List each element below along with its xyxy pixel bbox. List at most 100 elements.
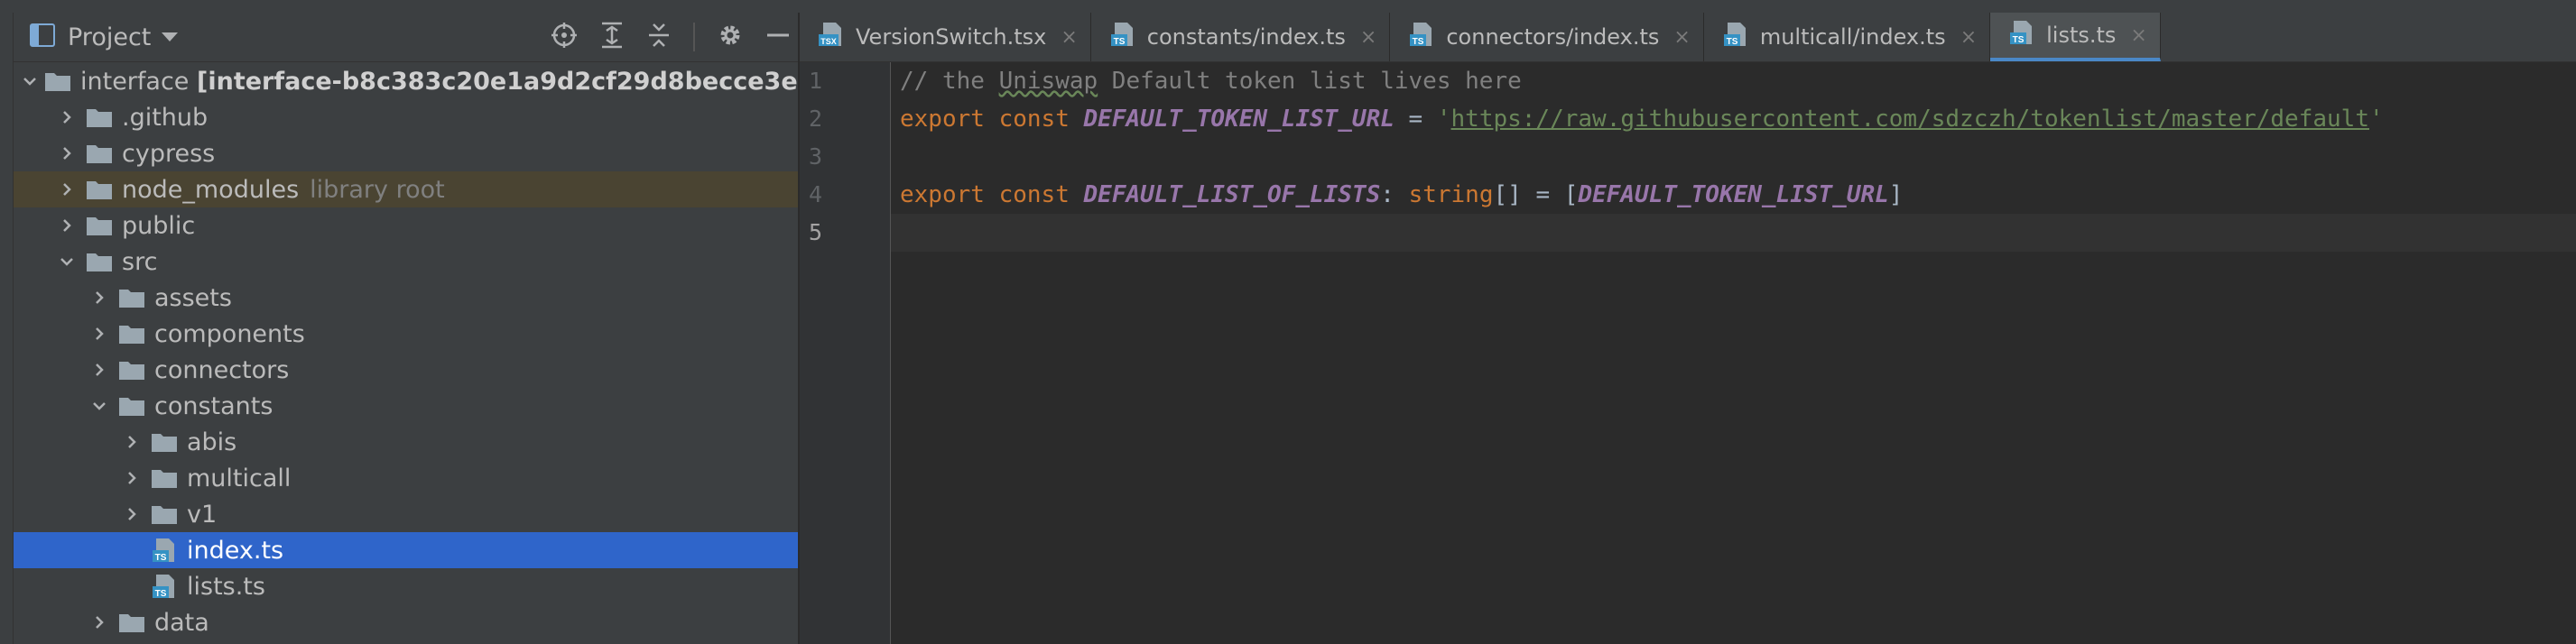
close-icon[interactable]: × xyxy=(2130,24,2146,47)
tree-item-v1[interactable]: v1 xyxy=(14,496,798,532)
folder-icon xyxy=(86,179,113,200)
tab-constants-index-ts[interactable]: TS constants/index.ts × xyxy=(1091,13,1391,61)
typescript-file-icon: TS xyxy=(1109,21,1136,53)
tree-label: assets xyxy=(154,283,232,312)
tree-item-github[interactable]: .github xyxy=(14,99,798,135)
tab-connectors-index-ts[interactable]: TS connectors/index.ts × xyxy=(1390,13,1704,61)
folder-icon xyxy=(151,467,178,489)
chevron-down-icon[interactable] xyxy=(21,68,39,95)
tree-item-interface[interactable]: interface [interface-b8c383c20e1a9d2cf29… xyxy=(14,63,798,99)
project-panel-header: Project xyxy=(14,13,798,62)
line-number: 5 xyxy=(809,219,823,245)
project-panel: Project interface [interface-b8c383c20e1… xyxy=(14,13,800,644)
tab-versionswitch-tsx[interactable]: TSX VersionSwitch.tsx × xyxy=(800,13,1091,61)
tree-item-multicall[interactable]: multicall xyxy=(14,460,798,496)
left-tool-gutter xyxy=(0,13,14,644)
tree-item-index-ts[interactable]: TS index.ts xyxy=(14,532,798,568)
chevron-right-icon[interactable] xyxy=(118,465,145,492)
tab-label: multicall/index.ts xyxy=(1759,24,1946,50)
project-panel-icon xyxy=(30,23,55,51)
tree-label: .github xyxy=(122,103,208,132)
chevron-right-icon[interactable] xyxy=(86,609,113,636)
tree-item-src[interactable]: src xyxy=(14,244,798,280)
code-line-5[interactable] xyxy=(891,214,2576,252)
operator: = xyxy=(1394,106,1437,133)
tree-item-assets[interactable]: assets xyxy=(14,280,798,316)
close-icon[interactable]: × xyxy=(1061,26,1077,49)
tab-lists-ts[interactable]: TS lists.ts × xyxy=(1990,13,2161,61)
svg-text:TS: TS xyxy=(155,589,167,599)
tree-label: components xyxy=(154,319,305,348)
chevron-right-icon[interactable] xyxy=(53,176,80,203)
minimize-icon[interactable] xyxy=(765,22,791,52)
chevron-right-icon[interactable] xyxy=(118,428,145,455)
line-number-gutter: 1 2 3 4 5 xyxy=(800,62,891,644)
tree-item-components[interactable]: components xyxy=(14,316,798,352)
tab-label: VersionSwitch.tsx xyxy=(856,24,1047,50)
tree-item-cypress[interactable]: cypress xyxy=(14,135,798,171)
tree-label: data xyxy=(154,608,209,637)
folder-icon xyxy=(151,503,178,525)
constant-ref: DEFAULT_TOKEN_LIST_URL xyxy=(1578,181,1889,208)
tree-item-constants[interactable]: constants xyxy=(14,388,798,424)
folder-icon xyxy=(118,395,145,417)
tsx-file-icon: TSX xyxy=(818,21,845,53)
code-line-1[interactable]: // the Uniswap Default token list lives … xyxy=(891,62,2576,100)
line-number: 2 xyxy=(809,106,823,132)
chevron-down-icon[interactable] xyxy=(162,32,179,41)
toolbar-separator xyxy=(693,23,695,51)
keyword: export xyxy=(900,181,985,208)
folder-icon xyxy=(86,215,113,236)
tree-label: multicall xyxy=(187,464,292,492)
tab-label: connectors/index.ts xyxy=(1446,24,1660,50)
svg-text:TS: TS xyxy=(155,553,167,563)
folder-icon xyxy=(86,106,113,128)
chevron-right-icon[interactable] xyxy=(53,140,80,167)
chevron-right-icon[interactable] xyxy=(53,104,80,131)
chevron-right-icon[interactable] xyxy=(86,356,113,383)
tree-item-connectors[interactable]: connectors xyxy=(14,352,798,388)
expand-all-icon[interactable] xyxy=(599,22,625,52)
url-link[interactable]: https://raw.githubusercontent.com/sdzczh… xyxy=(1451,106,2369,133)
close-icon[interactable]: × xyxy=(1360,26,1376,49)
locate-icon[interactable] xyxy=(551,22,578,52)
comment: // the xyxy=(900,68,999,95)
gear-icon[interactable] xyxy=(717,22,744,52)
svg-text:TS: TS xyxy=(2013,35,2025,45)
keyword: export xyxy=(900,106,985,133)
tree-item-node-modules[interactable]: node_modules library root xyxy=(14,171,798,207)
constant-name: DEFAULT_TOKEN_LIST_URL xyxy=(1083,106,1395,133)
tree-label: abis xyxy=(187,428,237,456)
close-icon[interactable]: × xyxy=(1673,26,1690,49)
collapse-all-icon[interactable] xyxy=(646,22,672,52)
chevron-right-icon[interactable] xyxy=(53,212,80,239)
comment-typo-word: Uniswap xyxy=(998,68,1098,95)
chevron-right-icon[interactable] xyxy=(86,284,113,311)
tab-label: lists.ts xyxy=(2046,23,2117,48)
code-editor[interactable]: // the Uniswap Default token list lives … xyxy=(891,62,2576,252)
folder-icon xyxy=(118,323,145,345)
typescript-file-icon: TS xyxy=(151,537,178,564)
typescript-file-icon: TS xyxy=(1408,21,1435,53)
code-line-2[interactable]: export const DEFAULT_TOKEN_LIST_URL = 'h… xyxy=(891,100,2576,138)
tree-item-abis[interactable]: abis xyxy=(14,424,798,460)
top-strip xyxy=(0,0,2576,14)
code-line-4[interactable]: export const DEFAULT_LIST_OF_LISTS: stri… xyxy=(891,176,2576,214)
tab-multicall-index-ts[interactable]: TS multicall/index.ts × xyxy=(1704,13,1991,61)
tree-item-data[interactable]: data xyxy=(14,604,798,640)
panel-title[interactable]: Project xyxy=(68,23,151,51)
tree-label: v1 xyxy=(187,500,218,529)
editor-tabs: TSX VersionSwitch.tsx × TS constants/ind… xyxy=(800,13,2576,62)
code-line-3[interactable] xyxy=(891,138,2576,176)
chevron-down-icon[interactable] xyxy=(53,248,80,275)
tree-item-public[interactable]: public xyxy=(14,207,798,244)
typescript-file-icon: TS xyxy=(1722,21,1749,53)
chevron-right-icon[interactable] xyxy=(86,320,113,347)
tree-label: index.ts xyxy=(187,536,284,565)
chevron-right-icon[interactable] xyxy=(118,501,145,528)
folder-icon xyxy=(86,251,113,272)
tree-item-lists-ts[interactable]: TS lists.ts xyxy=(14,568,798,604)
close-icon[interactable]: × xyxy=(1960,26,1977,49)
editor-area: TSX VersionSwitch.tsx × TS constants/ind… xyxy=(800,13,2576,644)
chevron-down-icon[interactable] xyxy=(86,392,113,419)
